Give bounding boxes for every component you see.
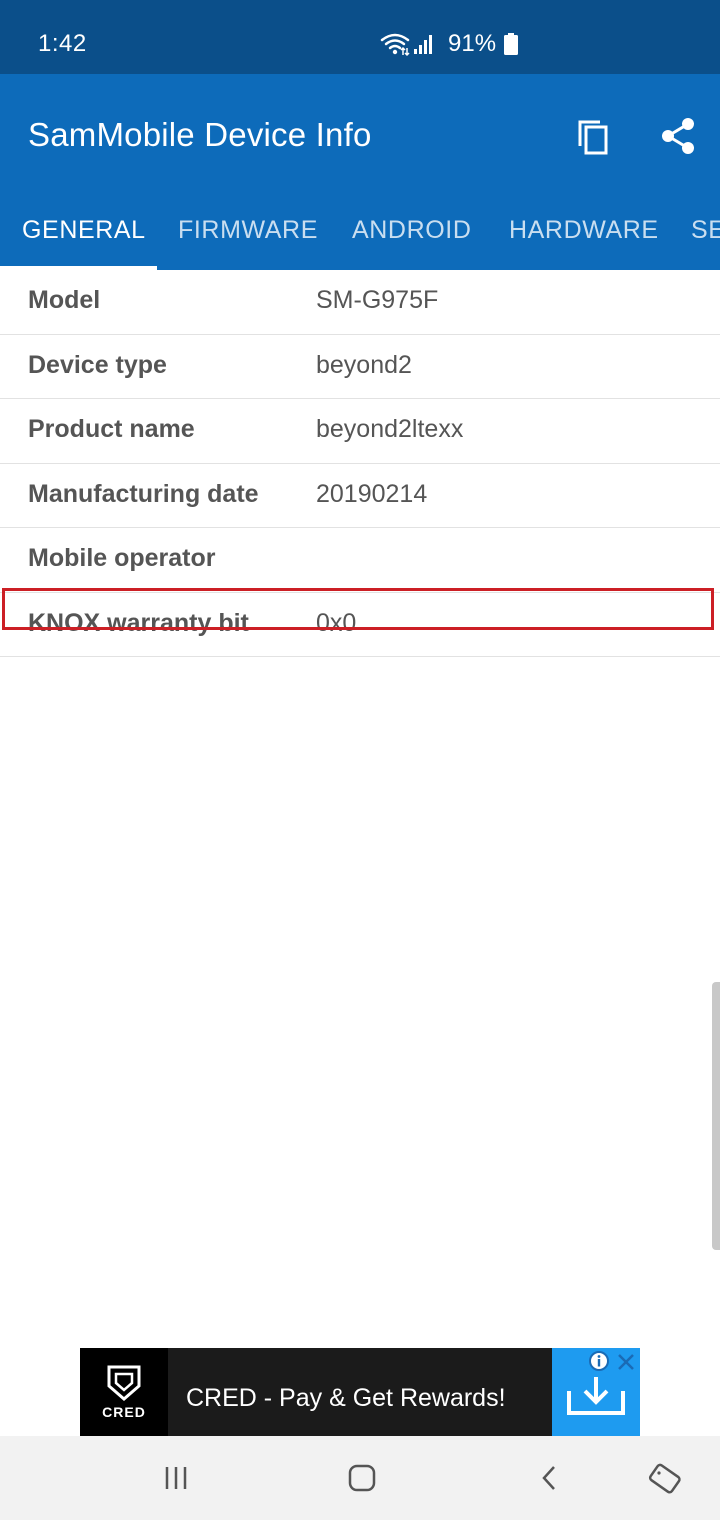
share-button[interactable] [654, 112, 702, 160]
back-icon [542, 1466, 555, 1490]
info-value: beyond2 [316, 350, 412, 379]
info-label: Device type [28, 350, 167, 379]
rotate-button[interactable] [634, 1454, 694, 1502]
back-button[interactable] [520, 1454, 580, 1502]
info-label: Product name [28, 415, 195, 443]
info-value: 20190214 [316, 479, 428, 508]
info-label: Manufacturing date [28, 479, 259, 508]
tab-android[interactable]: ANDROID [352, 210, 471, 270]
tab-firmware[interactable]: FIRMWARE [178, 210, 318, 270]
tab-general[interactable]: GENERAL [22, 210, 146, 270]
download-icon [567, 1377, 625, 1415]
tab-security[interactable]: SE [691, 210, 720, 270]
status-time: 1:42 [38, 30, 87, 57]
info-label: Mobile operator [28, 544, 216, 572]
info-row-mobile-operator[interactable]: Mobile operator [0, 528, 720, 593]
status-icons: 91% [380, 28, 519, 60]
info-row-manufacturing-date[interactable]: Manufacturing date 20190214 [0, 464, 720, 528]
rotate-icon [648, 1463, 681, 1494]
app-bar: SamMobile Device Info GENERAL FIRMWARE A… [0, 74, 720, 270]
cred-shield-icon [107, 1365, 141, 1401]
info-icon[interactable] [588, 1350, 610, 1372]
copy-icon [578, 120, 608, 155]
info-label: Model [28, 286, 101, 314]
status-bar: 1:42 91% [0, 0, 720, 74]
info-value: beyond2ltexx [316, 415, 464, 443]
copy-button[interactable] [570, 112, 618, 160]
home-icon [348, 1464, 376, 1492]
close-icon[interactable] [614, 1350, 638, 1374]
wifi-icon [380, 33, 410, 57]
info-value: SM-G975F [316, 286, 439, 314]
recents-button[interactable] [146, 1454, 206, 1502]
home-button[interactable] [332, 1454, 392, 1502]
ad-brand: CRED [102, 1404, 146, 1420]
scrollbar-thumb[interactable] [712, 982, 720, 1250]
ad-text: CRED - Pay & Get Rewards! [186, 1384, 506, 1412]
info-row-model[interactable]: Model SM-G975F [0, 270, 720, 335]
app-title: SamMobile Device Info [28, 116, 372, 153]
recents-icon [165, 1467, 187, 1489]
share-icon [662, 118, 694, 154]
ad-logo: CRED [80, 1348, 168, 1436]
navigation-bar [0, 1436, 720, 1520]
info-row-product-name[interactable]: Product name beyond2ltexx [0, 399, 720, 464]
ad-banner[interactable]: CRED CRED - Pay & Get Rewards! [80, 1348, 640, 1436]
battery-percent: 91% [448, 30, 497, 57]
highlight-box [2, 588, 714, 630]
info-row-device-type[interactable]: Device type beyond2 [0, 335, 720, 399]
battery-icon [504, 33, 519, 55]
signal-icon [414, 35, 432, 54]
tab-hardware[interactable]: HARDWARE [509, 210, 659, 270]
tab-bar: GENERAL FIRMWARE ANDROID HARDWARE SE [0, 210, 720, 270]
